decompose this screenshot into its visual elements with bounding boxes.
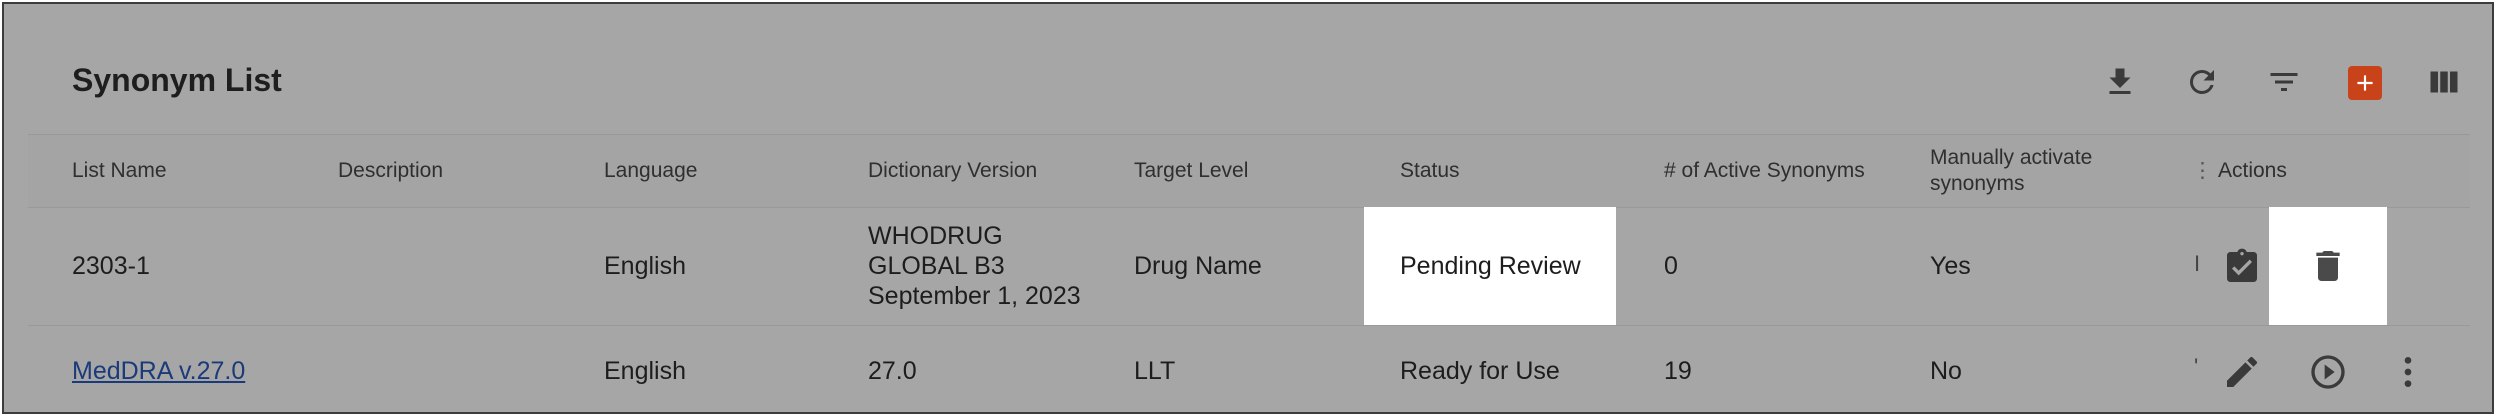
column-header-list-name[interactable]: List Name	[72, 135, 167, 207]
columns-icon[interactable]	[2422, 60, 2466, 104]
table-header: List Name Description Language Dictionar…	[28, 134, 2470, 208]
add-button[interactable]	[2348, 66, 2382, 100]
download-icon[interactable]	[2098, 60, 2142, 104]
column-header-language[interactable]: Language	[604, 135, 697, 207]
filter-icon[interactable]	[2262, 60, 2306, 104]
dictionary-version-line1: WHODRUG	[868, 222, 1003, 250]
truncated-cell-text: I	[2194, 251, 2201, 276]
column-header-target-level[interactable]: Target Level	[1134, 135, 1248, 207]
delete-icon	[2316, 251, 2340, 281]
dictionary-version-line3: September 1, 2023	[868, 282, 1081, 310]
column-header-description[interactable]: Description	[338, 135, 443, 207]
column-header-active-synonyms[interactable]: # of Active Synonyms	[1664, 135, 1865, 207]
column-header-manually-activate-line2: synonyms	[1930, 172, 2025, 195]
cell-language: English	[604, 252, 686, 280]
cell-status: Ready for Use	[1400, 357, 1560, 385]
column-header-dictionary-version[interactable]: Dictionary Version	[868, 135, 1037, 207]
table-row: 2303-1 English WHODRUG GLOBAL B3 Septemb…	[28, 207, 2470, 326]
synonym-list-panel: Synonym List List Name Description Langu…	[28, 4, 2470, 416]
cell-list-name: 2303-1	[72, 252, 150, 280]
column-header-status[interactable]: Status	[1400, 135, 1460, 207]
cell-dictionary-version: WHODRUG GLOBAL B3 September 1, 2023	[868, 207, 1081, 325]
review-icon[interactable]	[2220, 245, 2264, 289]
cell-manually-activate: Yes	[1930, 252, 1971, 280]
page-title: Synonym List	[72, 62, 282, 98]
column-header-actions: Actions	[2218, 159, 2287, 182]
column-header-manually-activate[interactable]: Manually activate synonyms	[1930, 135, 2092, 207]
column-header-truncated: ⋮	[2192, 159, 2213, 182]
cell-target-level: Drug Name	[1134, 252, 1262, 280]
window-frame: Synonym List List Name Description Langu…	[2, 2, 2494, 414]
list-name-link[interactable]: MedDRA v.27.0	[72, 326, 245, 416]
cell-active-synonyms: 0	[1664, 252, 1678, 280]
table-row: MedDRA v.27.0 English 27.0 LLT Ready for…	[28, 326, 2470, 416]
cell-manually-activate: No	[1930, 357, 1962, 385]
cell-active-synonyms: 19	[1664, 357, 1692, 385]
refresh-icon[interactable]	[2180, 60, 2224, 104]
dictionary-version-line2: GLOBAL B3	[868, 252, 1005, 280]
cell-dictionary-version: 27.0	[868, 357, 917, 385]
cell-target-level: LLT	[1134, 357, 1176, 385]
truncated-cell-text: '	[2194, 354, 2199, 379]
cell-language: English	[604, 357, 686, 385]
delete-button[interactable]	[2269, 207, 2387, 325]
more-vert-icon[interactable]	[2386, 350, 2430, 394]
add-icon	[2357, 75, 2373, 91]
cell-status: Pending Review	[1364, 207, 1616, 325]
edit-icon[interactable]	[2220, 350, 2264, 394]
column-header-manually-activate-line1: Manually activate	[1930, 146, 2093, 169]
play-icon[interactable]	[2306, 350, 2350, 394]
